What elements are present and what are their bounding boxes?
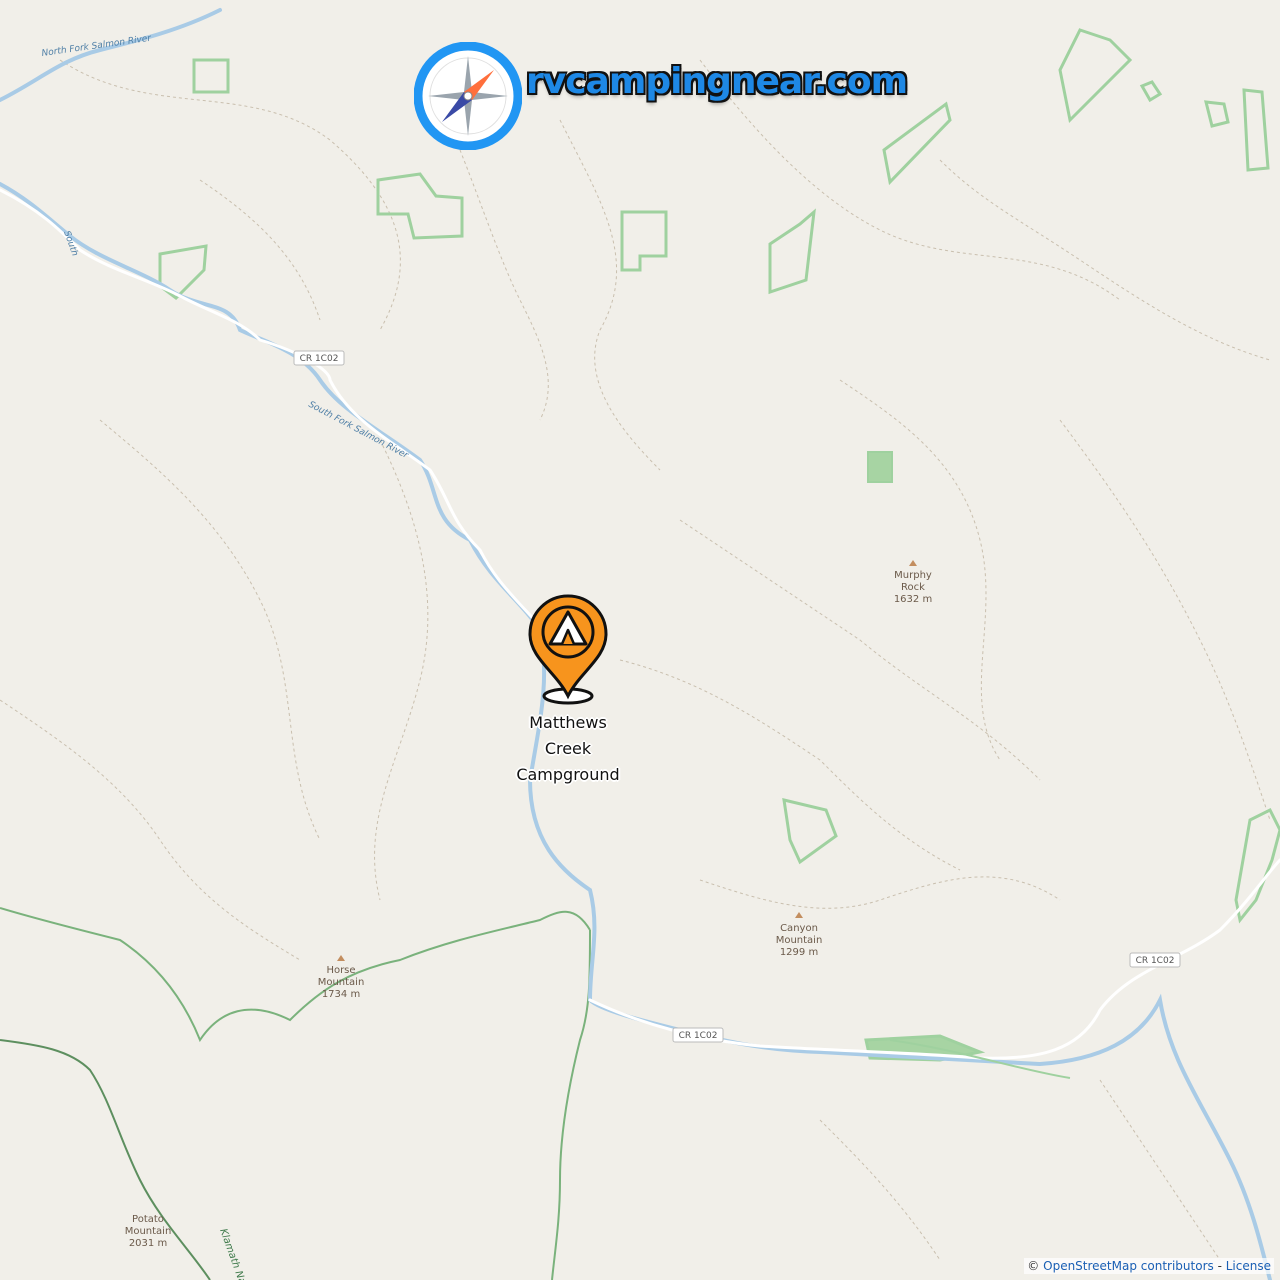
park-area-small — [867, 451, 893, 483]
road-shield-1: CR 1C02 — [293, 350, 345, 366]
peak-icon — [909, 560, 917, 566]
copyright-symbol: © — [1027, 1259, 1040, 1273]
svg-text:Rock: Rock — [901, 582, 925, 593]
campground-label[interactable]: Matthews Creek Campground — [488, 710, 648, 788]
svg-text:Potato: Potato — [132, 1214, 164, 1225]
peak-icon — [795, 912, 803, 918]
attribution-separator: - — [1217, 1259, 1222, 1273]
river-label-north-fork: North Fork Salmon River — [41, 34, 153, 59]
campground-name-line2: Creek — [544, 739, 592, 758]
svg-text:Mountain: Mountain — [318, 977, 365, 988]
park-areas — [158, 28, 1280, 1062]
road-shield-2: CR 1C02 — [1129, 952, 1181, 968]
svg-text:Horse: Horse — [326, 965, 355, 976]
brand-name: rvcampingnear.com — [526, 60, 908, 102]
svg-text:2031 m: 2031 m — [129, 1238, 167, 1249]
campground-name-line3: Campground — [516, 765, 620, 784]
river-label-south: South — [61, 230, 79, 258]
svg-text:Canyon: Canyon — [780, 923, 818, 934]
svg-text:Mountain: Mountain — [125, 1226, 172, 1237]
peak-icon — [337, 955, 345, 961]
license-link[interactable]: License — [1226, 1259, 1271, 1273]
national-forest-boundary — [0, 1039, 211, 1280]
river-label-south-fork: South Fork Salmon River — [307, 400, 411, 462]
road-network — [0, 188, 1280, 1060]
svg-text:Mountain: Mountain — [776, 935, 823, 946]
svg-text:1632 m: 1632 m — [894, 594, 932, 605]
map-canvas[interactable]: CR 1C02 CR 1C02 CR 1C02 North Fork Salmo… — [0, 0, 1280, 1280]
svg-text:1299 m: 1299 m — [780, 947, 818, 958]
svg-text:CR 1C02: CR 1C02 — [679, 1031, 718, 1041]
compass-icon — [414, 42, 522, 150]
forest-boundary — [0, 907, 591, 1280]
svg-text:CR 1C02: CR 1C02 — [1136, 956, 1175, 966]
map-attribution: © OpenStreetMap contributors - License — [1024, 1258, 1274, 1274]
peak-horse-mountain: Horse Mountain 1734 m — [318, 955, 365, 1000]
map-base-layer: CR 1C02 CR 1C02 CR 1C02 North Fork Salmo… — [0, 8, 1280, 1280]
terrain-contours — [0, 59, 1271, 1261]
brand-logo[interactable]: rvcampingnear.com — [414, 40, 908, 152]
svg-text:CR 1C02: CR 1C02 — [300, 354, 339, 364]
river-network — [0, 8, 1272, 1280]
road-shield-3: CR 1C02 — [672, 1027, 724, 1043]
campground-name-line1: Matthews — [529, 713, 607, 732]
osm-link[interactable]: OpenStreetMap contributors — [1043, 1259, 1214, 1273]
peak-canyon-mountain: Canyon Mountain 1299 m — [776, 912, 823, 958]
peak-murphy-rock: Murphy Rock 1632 m — [894, 560, 932, 605]
boundary-label: Klamath Natio — [217, 1227, 252, 1280]
svg-text:Murphy: Murphy — [894, 570, 932, 581]
tent-pin-icon[interactable] — [526, 592, 610, 708]
svg-text:1734 m: 1734 m — [322, 989, 360, 1000]
